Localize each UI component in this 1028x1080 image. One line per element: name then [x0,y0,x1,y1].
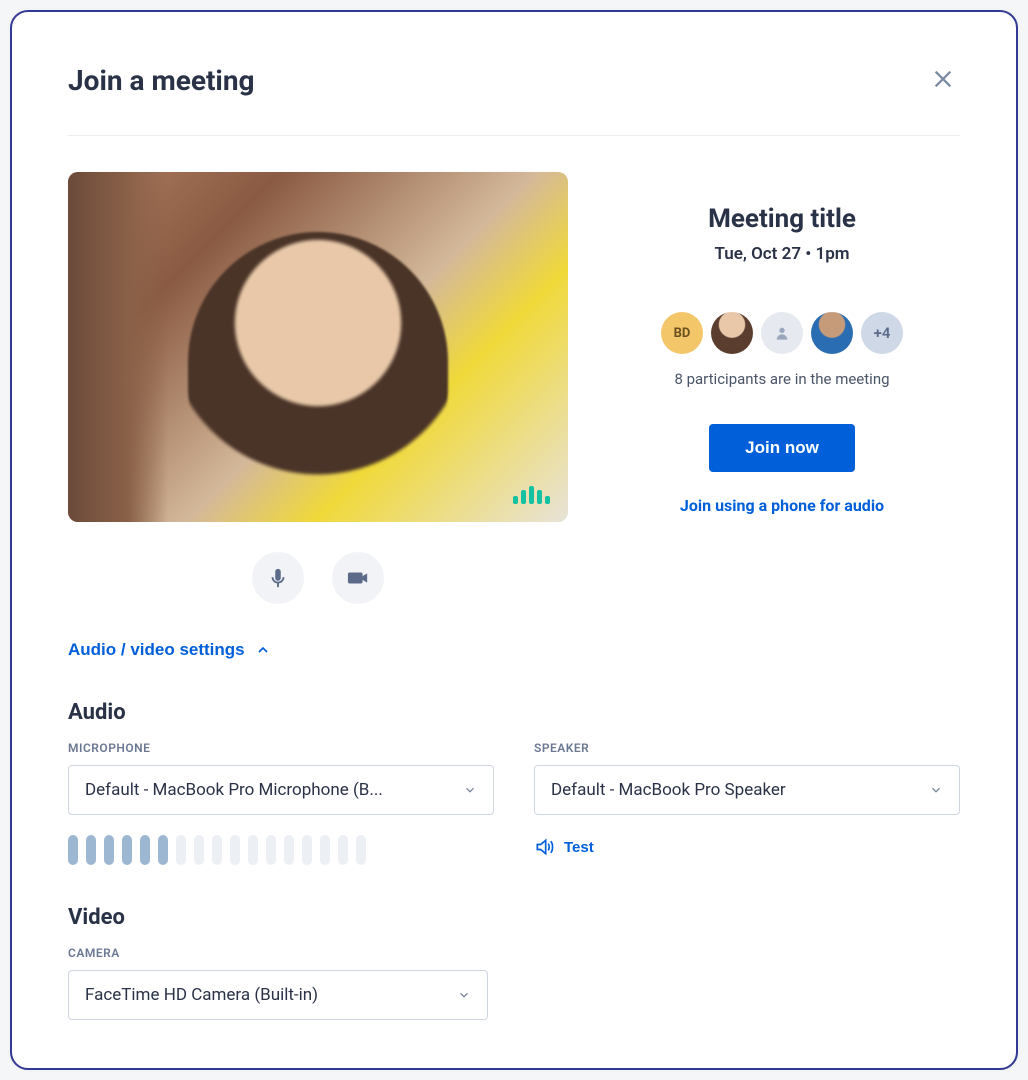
level-bar [212,835,222,865]
test-speaker-label: Test [564,839,594,856]
microphone-level-meter [68,835,494,865]
level-bar [86,835,96,865]
camera-value: FaceTime HD Camera (Built-in) [85,985,318,1005]
microphone-select[interactable]: Default - MacBook Pro Microphone (B... [68,765,494,815]
level-bar [248,835,258,865]
speaker-icon [534,837,554,857]
level-bar [320,835,330,865]
level-bar [356,835,366,865]
participant-avatars: BD +4 [661,312,903,354]
level-bar [68,835,78,865]
join-now-button[interactable]: Join now [709,424,855,472]
level-bar [140,835,150,865]
preview-column [68,172,568,604]
microphone-column: MICROPHONE Default - MacBook Pro Microph… [68,741,494,865]
speaker-label: SPEAKER [534,741,960,755]
level-bar [266,835,276,865]
speaker-column: SPEAKER Default - MacBook Pro Speaker Te… [534,741,960,865]
top-area: Meeting title Tue, Oct 27 • 1pm BD +4 8 … [68,172,960,604]
video-section: Video CAMERA FaceTime HD Camera (Built-i… [68,905,960,1020]
chevron-up-icon [255,642,271,658]
av-settings-toggle[interactable]: Audio / video settings [68,640,271,660]
level-bar [158,835,168,865]
level-bar [122,835,132,865]
level-bar [338,835,348,865]
microphone-value: Default - MacBook Pro Microphone (B... [85,780,383,800]
avatar-more[interactable]: +4 [861,312,903,354]
toggle-microphone-button[interactable] [252,552,304,604]
preview-controls [68,552,568,604]
level-bar [104,835,114,865]
chevron-down-icon [463,783,477,797]
modal-title: Join a meeting [68,64,255,97]
camera-select[interactable]: FaceTime HD Camera (Built-in) [68,970,488,1020]
audio-section: Audio MICROPHONE Default - MacBook Pro M… [68,700,960,865]
audio-activity-icon [513,486,550,504]
video-camera-icon [347,567,369,589]
level-bar [194,835,204,865]
meeting-title: Meeting title [708,204,856,234]
meeting-time: Tue, Oct 27 • 1pm [714,244,849,264]
participant-count-text: 8 participants are in the meeting [674,370,889,388]
microphone-label: MICROPHONE [68,741,494,755]
toggle-camera-button[interactable] [332,552,384,604]
av-settings-label: Audio / video settings [68,640,245,660]
chevron-down-icon [929,783,943,797]
test-speaker-button[interactable]: Test [534,837,594,857]
speaker-value: Default - MacBook Pro Speaker [551,780,786,800]
avatar-photo [811,312,853,354]
join-by-phone-link[interactable]: Join using a phone for audio [680,496,884,515]
avatar-photo [711,312,753,354]
level-bar [230,835,240,865]
level-bar [284,835,294,865]
person-icon [774,325,790,341]
level-bar [302,835,312,865]
audio-heading: Audio [68,700,960,725]
speaker-select[interactable]: Default - MacBook Pro Speaker [534,765,960,815]
avatar-initials: BD [661,312,703,354]
video-heading: Video [68,905,960,930]
level-bar [176,835,186,865]
modal-header: Join a meeting [68,62,960,136]
join-meeting-modal: Join a meeting Meeting title Tue, [10,10,1018,1070]
chevron-down-icon [457,988,471,1002]
camera-label: CAMERA [68,946,960,960]
microphone-icon [267,567,289,589]
close-icon [932,68,954,90]
close-button[interactable] [926,62,960,99]
meeting-info: Meeting title Tue, Oct 27 • 1pm BD +4 8 … [604,172,960,604]
avatar-placeholder [761,312,803,354]
video-preview [68,172,568,522]
